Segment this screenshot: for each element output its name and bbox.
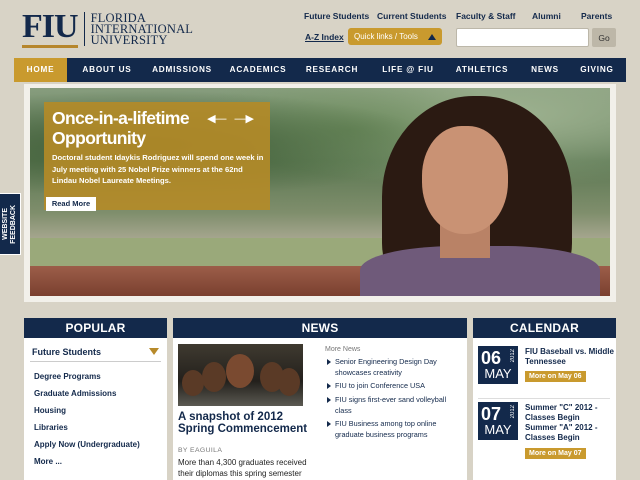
calendar-event-title-2[interactable]: Summer "A" 2012 - Classes Begin bbox=[525, 423, 615, 443]
arrow-left-icon[interactable]: ◀— bbox=[207, 112, 226, 125]
news-summary: More than 4,300 graduates received their… bbox=[178, 458, 307, 478]
calendar-event-title[interactable]: FIU Baseball vs. Middle Tennessee bbox=[525, 347, 615, 367]
logo-line-3: UNIVERSITY bbox=[90, 32, 168, 47]
read-more-button[interactable]: Read More bbox=[46, 197, 96, 211]
chevron-down-icon bbox=[149, 348, 159, 355]
nav-giving[interactable]: GIVING bbox=[572, 58, 622, 82]
hero-title-line-2: Opportunity bbox=[52, 128, 146, 148]
hero-person-face bbox=[422, 126, 508, 234]
logo-wordmark: FLORIDA INTERNATIONAL UNIVERSITY bbox=[90, 11, 194, 47]
hero-arrows: ◀— —▶ bbox=[207, 112, 254, 125]
triangle-up-icon bbox=[428, 33, 436, 40]
nav-news[interactable]: NEWS bbox=[522, 58, 568, 82]
logo-divider bbox=[83, 12, 85, 46]
link-faculty-staff[interactable]: Faculty & Staff bbox=[456, 11, 516, 21]
calendar-day: 06 bbox=[481, 348, 502, 368]
nav-admissions[interactable]: ADMISSIONS bbox=[146, 58, 218, 82]
feedback-label: WEBSITE FEEDBACK bbox=[2, 205, 18, 244]
link-parents[interactable]: Parents bbox=[581, 11, 612, 21]
hero-description: Doctoral student Idaykis Rodriguez will … bbox=[52, 153, 264, 185]
nav-life-at-fiu[interactable]: LIFE @ FIU bbox=[376, 58, 440, 82]
calendar-panel: CALENDAR 06 2012 MAY FIU Baseball vs. Mi… bbox=[473, 318, 616, 480]
calendar-month: MAY bbox=[484, 366, 512, 381]
news-byline: BY EAGUILA bbox=[178, 447, 223, 454]
more-news-list: Senior Engineering Design Day showcases … bbox=[325, 357, 461, 444]
news-headline[interactable]: A snapshot of 2012 Spring Commencement bbox=[178, 411, 318, 435]
link-current-students[interactable]: Current Students bbox=[377, 11, 446, 21]
popular-item[interactable]: More ... bbox=[24, 453, 167, 470]
news-panel: NEWS A snapshot of 2012 Spring Commencem… bbox=[173, 318, 467, 480]
news-list-item[interactable]: FIU Business among top online graduate b… bbox=[325, 419, 461, 440]
popular-item[interactable]: Degree Programs bbox=[24, 368, 167, 385]
az-index-link[interactable]: A-Z Index bbox=[305, 32, 344, 42]
popular-item[interactable]: Graduate Admissions bbox=[24, 385, 167, 402]
popular-title: POPULAR bbox=[24, 318, 167, 338]
more-news-label: More News bbox=[325, 346, 361, 353]
news-photo[interactable] bbox=[178, 344, 303, 406]
arrow-right-icon[interactable]: —▶ bbox=[235, 112, 254, 125]
website-feedback-tab[interactable]: WEBSITE FEEDBACK bbox=[0, 193, 21, 255]
main-nav: HOME ABOUT US ADMISSIONS ACADEMICS RESEA… bbox=[14, 58, 626, 82]
news-list-item[interactable]: FIU signs first-ever sand volleyball cla… bbox=[325, 395, 461, 416]
logo-mark: FIU bbox=[22, 10, 79, 48]
calendar-event-title-1[interactable]: Summer "C" 2012 - Classes Begin bbox=[525, 403, 615, 423]
calendar-title: CALENDAR bbox=[473, 318, 616, 338]
calendar-event-title[interactable]: Summer "C" 2012 - Classes Begin Summer "… bbox=[525, 403, 615, 443]
popular-audience-select[interactable]: Future Students bbox=[30, 342, 161, 362]
hero-caption-box: Once-in-a-lifetime Opportunity ◀— —▶ Doc… bbox=[44, 102, 270, 210]
calendar-year: 2012 bbox=[510, 349, 516, 363]
calendar-divider bbox=[478, 398, 610, 399]
photo-person bbox=[202, 362, 226, 392]
photo-person bbox=[226, 354, 254, 388]
popular-item[interactable]: Libraries bbox=[24, 419, 167, 436]
feedback-line-1: WEBSITE bbox=[2, 208, 9, 240]
quick-links-label: Quick links / Tools bbox=[354, 32, 418, 41]
photo-person bbox=[278, 368, 300, 396]
link-alumni[interactable]: Alumni bbox=[532, 11, 561, 21]
hero-title: Once-in-a-lifetime Opportunity bbox=[52, 108, 190, 148]
popular-list: Degree Programs Graduate Admissions Hous… bbox=[24, 368, 167, 470]
nav-about-us[interactable]: ABOUT US bbox=[74, 58, 140, 82]
nav-academics[interactable]: ACADEMICS bbox=[224, 58, 292, 82]
calendar-year: 2012 bbox=[510, 405, 516, 419]
photo-person bbox=[182, 370, 204, 396]
hero-title-line-1: Once-in-a-lifetime bbox=[52, 108, 190, 128]
search-go-button[interactable]: Go bbox=[592, 28, 616, 47]
news-title: NEWS bbox=[173, 318, 467, 338]
feedback-line-2: FEEDBACK bbox=[10, 204, 17, 244]
search-input[interactable] bbox=[456, 28, 589, 47]
calendar-more-button[interactable]: More on May 06 bbox=[525, 371, 586, 382]
fiu-logo[interactable]: FIU FLORIDA INTERNATIONAL UNIVERSITY bbox=[22, 10, 193, 48]
popular-selected: Future Students bbox=[32, 346, 101, 357]
calendar-month: MAY bbox=[484, 422, 512, 437]
nav-home[interactable]: HOME bbox=[14, 58, 67, 82]
quick-links-dropdown[interactable]: Quick links / Tools bbox=[348, 28, 442, 45]
calendar-event: 06 2012 MAY FIU Baseball vs. Middle Tenn… bbox=[478, 346, 614, 398]
news-list-item[interactable]: FIU to join Conference USA bbox=[325, 381, 461, 392]
news-list-item[interactable]: Senior Engineering Design Day showcases … bbox=[325, 357, 461, 378]
popular-item[interactable]: Apply Now (Undergraduate) bbox=[24, 436, 167, 453]
popular-panel: POPULAR Future Students Degree Programs … bbox=[24, 318, 167, 480]
popular-item[interactable]: Housing bbox=[24, 402, 167, 419]
nav-research[interactable]: RESEARCH bbox=[300, 58, 364, 82]
calendar-date: 07 2012 MAY bbox=[478, 402, 518, 440]
calendar-event: 07 2012 MAY Summer "C" 2012 - Classes Be… bbox=[478, 402, 614, 472]
nav-athletics[interactable]: ATHLETICS bbox=[452, 58, 512, 82]
calendar-more-button[interactable]: More on May 07 bbox=[525, 448, 586, 459]
calendar-day: 07 bbox=[481, 404, 502, 424]
calendar-date: 06 2012 MAY bbox=[478, 346, 518, 384]
link-future-students[interactable]: Future Students bbox=[304, 11, 369, 21]
